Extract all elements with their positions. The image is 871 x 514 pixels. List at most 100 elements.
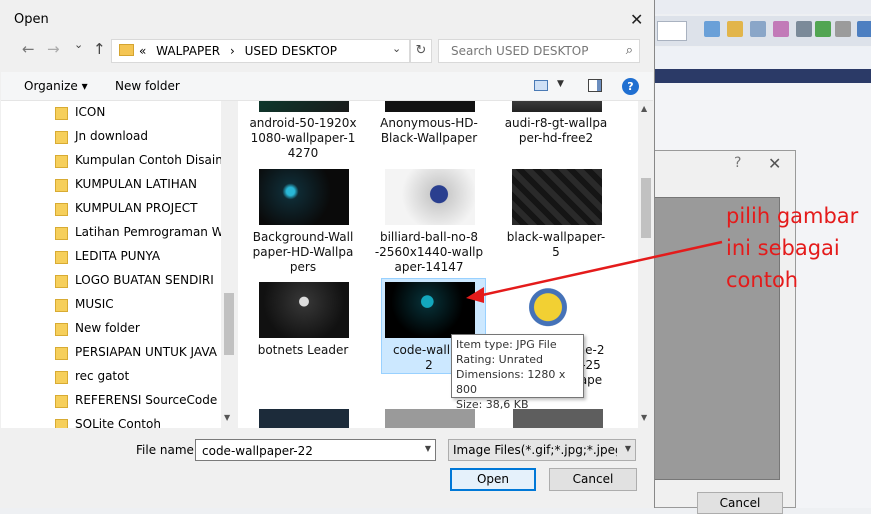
tree-item[interactable]: Kumpulan Contoh Disain W (55, 150, 221, 174)
annotation-text: pilih gambar ini sebagai contoh (726, 200, 858, 296)
tree-item-label: New folder (75, 321, 140, 335)
tree-item[interactable]: LOGO BUATAN SENDIRI (55, 270, 221, 294)
tree-item[interactable]: New folder (55, 318, 221, 342)
tree-item[interactable]: LEDITA PUNYA (55, 246, 221, 270)
file-name-input[interactable] (200, 443, 414, 459)
organize-button[interactable]: Organize ▾ (24, 79, 88, 93)
toolbar-find-icon[interactable] (704, 21, 720, 37)
tooltip-dimensions: Dimensions: 1280 x 800 (456, 368, 566, 396)
file-name-label[interactable]: botnets Leader (238, 343, 368, 358)
tree-item[interactable]: rec gatot (55, 366, 221, 390)
folder-icon (55, 275, 68, 288)
tree-item-label: Kumpulan Contoh Disain W (75, 153, 221, 167)
file-type-filter-value: Image Files(*.gif;*.jpg;*.jpeg;*.b (453, 443, 617, 457)
tree-item-label: Latihan Pemrograman WEB (75, 225, 221, 239)
toolbar-tools-icon[interactable] (796, 21, 812, 37)
dialog-title: Open (14, 12, 49, 27)
annotation-line: ini sebagai (726, 236, 840, 260)
tree-item[interactable]: REFERENSI SourceCode Per (55, 390, 221, 414)
file-type-filter-select[interactable]: Image Files(*.gif;*.jpg;*.jpeg;*.b ▼ (448, 439, 636, 461)
breadcrumb: « WALPAPER › USED DESKTOP (139, 44, 343, 58)
file-name-dropdown-icon[interactable]: ▼ (425, 444, 431, 453)
file-name-line: botnets Leader (257, 343, 349, 357)
folder-icon (119, 44, 134, 56)
tree-item-label: ICON (75, 105, 106, 119)
refresh-icon[interactable]: ↻ (410, 39, 432, 63)
folder-tree: ICON Jn download Kumpulan Contoh Disain W K… (1, 101, 221, 428)
tree-item-label: PERSIAPAN UNTUK JAVA (75, 345, 217, 359)
tree-item-label: KUMPULAN LATIHAN (75, 177, 197, 191)
toolbar-properties-icon[interactable] (773, 21, 789, 37)
folder-icon (55, 371, 68, 384)
recent-locations-chevron-icon[interactable]: ⌄ (74, 38, 83, 51)
toolbar-folder-icon[interactable] (727, 21, 743, 37)
toolbar-grid-icon[interactable] (835, 21, 851, 37)
folder-icon (55, 323, 68, 336)
help-icon[interactable]: ? (622, 78, 639, 95)
command-bar (1, 72, 653, 101)
folder-icon (55, 179, 68, 192)
tree-item[interactable]: KUMPULAN PROJECT (55, 198, 221, 222)
tree-item-label: KUMPULAN PROJECT (75, 201, 198, 215)
file-thumbnail[interactable] (259, 282, 349, 338)
file-item[interactable]: botnets Leader (238, 101, 349, 428)
tree-item[interactable]: KUMPULAN LATIHAN (55, 174, 221, 198)
tree-item[interactable]: PERSIAPAN UNTUK JAVA (55, 342, 221, 366)
search-box[interactable]: ⌕ (438, 39, 640, 63)
background-cancel-button[interactable]: Cancel (697, 492, 783, 514)
folder-icon (55, 419, 68, 428)
new-folder-button[interactable]: New folder (115, 79, 180, 93)
file-thumbnail[interactable] (385, 282, 475, 338)
file-thumbnail[interactable] (512, 282, 602, 338)
breadcrumb-overflow[interactable]: « (139, 44, 146, 58)
breadcrumb-used-desktop[interactable]: USED DESKTOP (245, 44, 337, 58)
background-dialog-close-icon[interactable]: ✕ (768, 154, 781, 173)
change-view-icon[interactable] (534, 80, 548, 91)
view-options-chevron-icon[interactable]: ▼ (557, 79, 564, 89)
tree-item[interactable]: SQLite Contoh (55, 414, 221, 428)
forward-arrow-icon[interactable]: → (47, 40, 60, 58)
files-scroll-down-icon[interactable]: ▼ (641, 413, 647, 422)
preview-pane-icon[interactable] (588, 79, 602, 92)
ide-tab-strip (655, 69, 871, 83)
folder-icon (55, 107, 68, 120)
tree-item[interactable]: Latihan Pemrograman WEB (55, 222, 221, 246)
tree-scrollbar-thumb[interactable] (224, 293, 234, 355)
breadcrumb-separator[interactable]: › (230, 44, 235, 58)
breadcrumb-walpaper[interactable]: WALPAPER (156, 44, 220, 58)
tree-item-label: LEDITA PUNYA (75, 249, 161, 263)
tree-item[interactable]: Jn download (55, 126, 221, 150)
folder-icon (55, 299, 68, 312)
files-scrollbar[interactable] (638, 101, 654, 428)
file-tooltip: Item type: JPG File Rating: Unrated Dime… (451, 334, 584, 411)
background-dialog-help-icon[interactable]: ? (734, 155, 741, 171)
folder-icon (55, 227, 68, 240)
toolbar-window-icon[interactable] (750, 21, 766, 37)
tree-scrollbar[interactable] (221, 101, 237, 428)
address-bar[interactable]: « WALPAPER › USED DESKTOP ⌄ (111, 39, 410, 63)
file-name-label: File name: (136, 443, 198, 457)
file-thumbnail[interactable] (259, 409, 349, 428)
tree-item-label: LOGO BUATAN SENDIRI (75, 273, 214, 287)
toolbar-run-icon[interactable] (815, 21, 831, 37)
file-name-combobox[interactable]: ▼ (195, 439, 436, 461)
address-dropdown-icon[interactable]: ⌄ (392, 42, 401, 55)
tree-item-label: rec gatot (75, 369, 130, 383)
tree-scroll-down-icon[interactable]: ▼ (224, 413, 230, 422)
tree-item[interactable]: MUSIC (55, 294, 221, 318)
up-arrow-icon[interactable]: ↑ (93, 40, 106, 58)
open-button[interactable]: Open (450, 468, 536, 491)
filter-dropdown-icon[interactable]: ▼ (625, 444, 631, 453)
files-scrollbar-thumb[interactable] (641, 178, 651, 238)
cancel-button[interactable]: Cancel (549, 468, 637, 491)
search-input[interactable] (449, 43, 618, 59)
toolbar-extra-icon[interactable] (857, 21, 871, 37)
files-scroll-up-icon[interactable]: ▲ (641, 104, 647, 113)
tree-item[interactable]: ICON (55, 102, 221, 126)
ide-combo-box[interactable] (657, 21, 687, 41)
back-arrow-icon[interactable]: ← (22, 40, 35, 58)
file-item[interactable]: code-wallpa 2 (364, 101, 475, 428)
search-icon[interactable]: ⌕ (626, 43, 633, 58)
folder-icon (55, 395, 68, 408)
close-icon[interactable]: ✕ (630, 10, 643, 29)
